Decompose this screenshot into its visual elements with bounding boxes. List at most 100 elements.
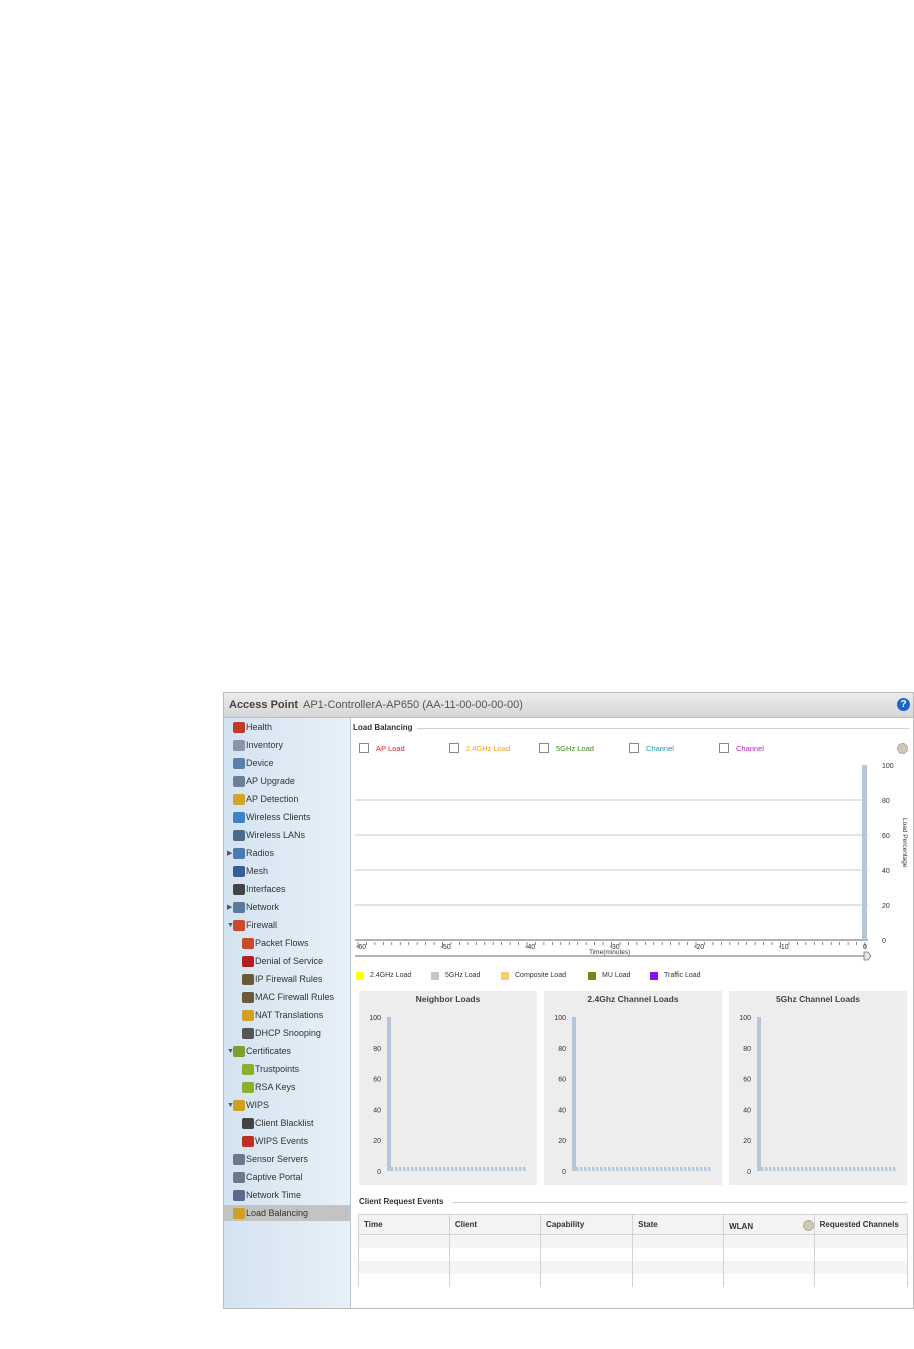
panel-bar — [821, 1167, 824, 1171]
panel-bar — [825, 1167, 828, 1171]
panel-bar — [797, 1167, 800, 1171]
panel-bar — [459, 1167, 462, 1171]
x-tick-label: 0 — [863, 944, 867, 951]
panel-bar — [785, 1167, 788, 1171]
sidebar-item-ap-detection[interactable]: AP Detection — [233, 791, 298, 807]
panel-bar — [467, 1167, 470, 1171]
ap-detection-icon — [233, 794, 245, 806]
panel-bar — [616, 1167, 619, 1171]
help-icon[interactable]: ? — [897, 698, 910, 711]
x-axis-label: Time(minutes) — [589, 949, 630, 956]
column-header-capability[interactable]: Capability — [540, 1214, 634, 1235]
panel-bar — [596, 1167, 599, 1171]
time-slider-handle[interactable] — [863, 951, 872, 961]
panel-bar — [471, 1167, 474, 1171]
y-tick-label: 60 — [558, 1077, 566, 1084]
panel-bar — [411, 1167, 414, 1171]
panel-bar — [636, 1167, 639, 1171]
sidebar-item-label: NAT Translations — [255, 1010, 324, 1020]
sidebar-item-nat-translations[interactable]: NAT Translations — [242, 1007, 323, 1023]
sidebar-item-firewall[interactable]: ▼ Firewall — [227, 917, 277, 933]
panel-bar — [475, 1167, 478, 1171]
table-cell — [448, 1248, 542, 1261]
sidebar-item-wips[interactable]: ▼ WIPS — [227, 1097, 269, 1113]
sidebar-item-ip-firewall-rules[interactable]: IP Firewall Rules — [242, 971, 322, 987]
panel-bar — [612, 1167, 615, 1171]
sidebar-item-label: RSA Keys — [255, 1082, 296, 1092]
wips-icon — [233, 1100, 245, 1112]
panel-bar — [781, 1167, 784, 1171]
y-tick-label: 60 — [743, 1077, 751, 1084]
legend-label: MU Load — [602, 972, 631, 979]
sidebar-item-client-blacklist[interactable]: Client Blacklist — [242, 1115, 314, 1131]
sidebar-item-packet-flows[interactable]: Packet Flows — [242, 935, 309, 951]
sidebar-item-ap-upgrade[interactable]: AP Upgrade — [233, 773, 295, 789]
sidebar-item-health[interactable]: Health — [233, 719, 272, 735]
panel-bar — [684, 1167, 687, 1171]
ip-firewall-rules-icon — [242, 974, 254, 986]
sidebar-item-radios[interactable]: ▶ Radios — [227, 845, 274, 861]
panel-bar — [511, 1167, 514, 1171]
load-bar — [862, 765, 867, 940]
column-header-time[interactable]: Time — [358, 1214, 450, 1235]
x-tick-label: -40 — [525, 944, 535, 951]
sidebar-item-label: Certificates — [246, 1046, 292, 1056]
sidebar-item-captive-portal[interactable]: Captive Portal — [233, 1169, 303, 1185]
column-header-wlan[interactable]: WLAN — [723, 1214, 815, 1235]
legend-swatch — [431, 972, 439, 980]
panel-bar — [644, 1167, 647, 1171]
sidebar-item-wireless-lans[interactable]: Wireless LANs — [233, 827, 305, 843]
column-header-requested-channels[interactable]: Requested Channels — [813, 1214, 909, 1235]
y-tick-label: 0 — [747, 1169, 751, 1176]
panel-bar — [523, 1167, 526, 1171]
table-row[interactable] — [358, 1248, 909, 1261]
panel-bar — [893, 1167, 896, 1171]
inventory-icon — [233, 740, 245, 752]
y-tick-label: 100 — [554, 1015, 566, 1022]
sidebar-item-device[interactable]: Device — [233, 755, 274, 771]
sidebar-item-network-time[interactable]: Network Time — [233, 1187, 301, 1203]
sidebar-item-network[interactable]: ▶ Network — [227, 899, 279, 915]
sidebar-item-trustpoints[interactable]: Trustpoints — [242, 1061, 299, 1077]
table-row[interactable] — [358, 1261, 909, 1274]
sidebar-item-inventory[interactable]: Inventory — [233, 737, 283, 753]
table-row[interactable] — [358, 1274, 909, 1287]
sidebar-item-denial-of-service[interactable]: Denial of Service — [242, 953, 323, 969]
panel-bar — [817, 1167, 820, 1171]
sidebar-item-label: Load Balancing — [246, 1208, 309, 1218]
sidebar-item-wips-events[interactable]: WIPS Events — [242, 1133, 308, 1149]
panel-bar — [455, 1167, 458, 1171]
sidebar-item-certificates[interactable]: ▼ Certificates — [227, 1043, 291, 1059]
panel-bar — [503, 1167, 506, 1171]
sidebar-item-sensor-servers[interactable]: Sensor Servers — [233, 1151, 308, 1167]
table-cell — [723, 1234, 815, 1248]
table-cell — [448, 1274, 542, 1287]
sidebar-item-dhcp-snooping[interactable]: DHCP Snooping — [242, 1025, 321, 1041]
sidebar-item-label: Firewall — [246, 920, 278, 930]
sidebar-item-label: IP Firewall Rules — [255, 974, 323, 984]
panel-bar — [431, 1167, 434, 1171]
sidebar-item-load-balancing[interactable]: Load Balancing — [224, 1205, 350, 1221]
column-header-state[interactable]: State — [632, 1214, 725, 1235]
table-cell — [540, 1274, 634, 1287]
panel-bar — [861, 1167, 864, 1171]
sidebar-item-mac-firewall-rules[interactable]: MAC Firewall Rules — [242, 989, 334, 1005]
panel-bar — [632, 1167, 635, 1171]
sidebar-item-rsa-keys[interactable]: RSA Keys — [242, 1079, 296, 1095]
sidebar-item-wireless-clients[interactable]: Wireless Clients — [233, 809, 311, 825]
title-bar: Access Point AP1-ControllerA-AP650 (AA-1… — [224, 693, 913, 718]
column-header-client[interactable]: Client — [448, 1214, 542, 1235]
panel-bar — [495, 1167, 498, 1171]
sidebar-item-mesh[interactable]: Mesh — [233, 863, 268, 879]
sidebar-item-label: Packet Flows — [255, 938, 309, 948]
sidebar-item-interfaces[interactable]: Interfaces — [233, 881, 286, 897]
denial-of-service-icon — [242, 956, 254, 968]
panel-bar — [499, 1167, 502, 1171]
panel-bar — [793, 1167, 796, 1171]
sidebar-nav: Health Inventory Device AP Upgrade AP Detect… — [224, 718, 351, 1308]
column-settings-gear-icon[interactable] — [803, 1220, 815, 1231]
y-tick-label: 0 — [562, 1169, 566, 1176]
panel-bar — [849, 1167, 852, 1171]
panel-bar — [403, 1167, 406, 1171]
table-row[interactable] — [358, 1234, 909, 1248]
